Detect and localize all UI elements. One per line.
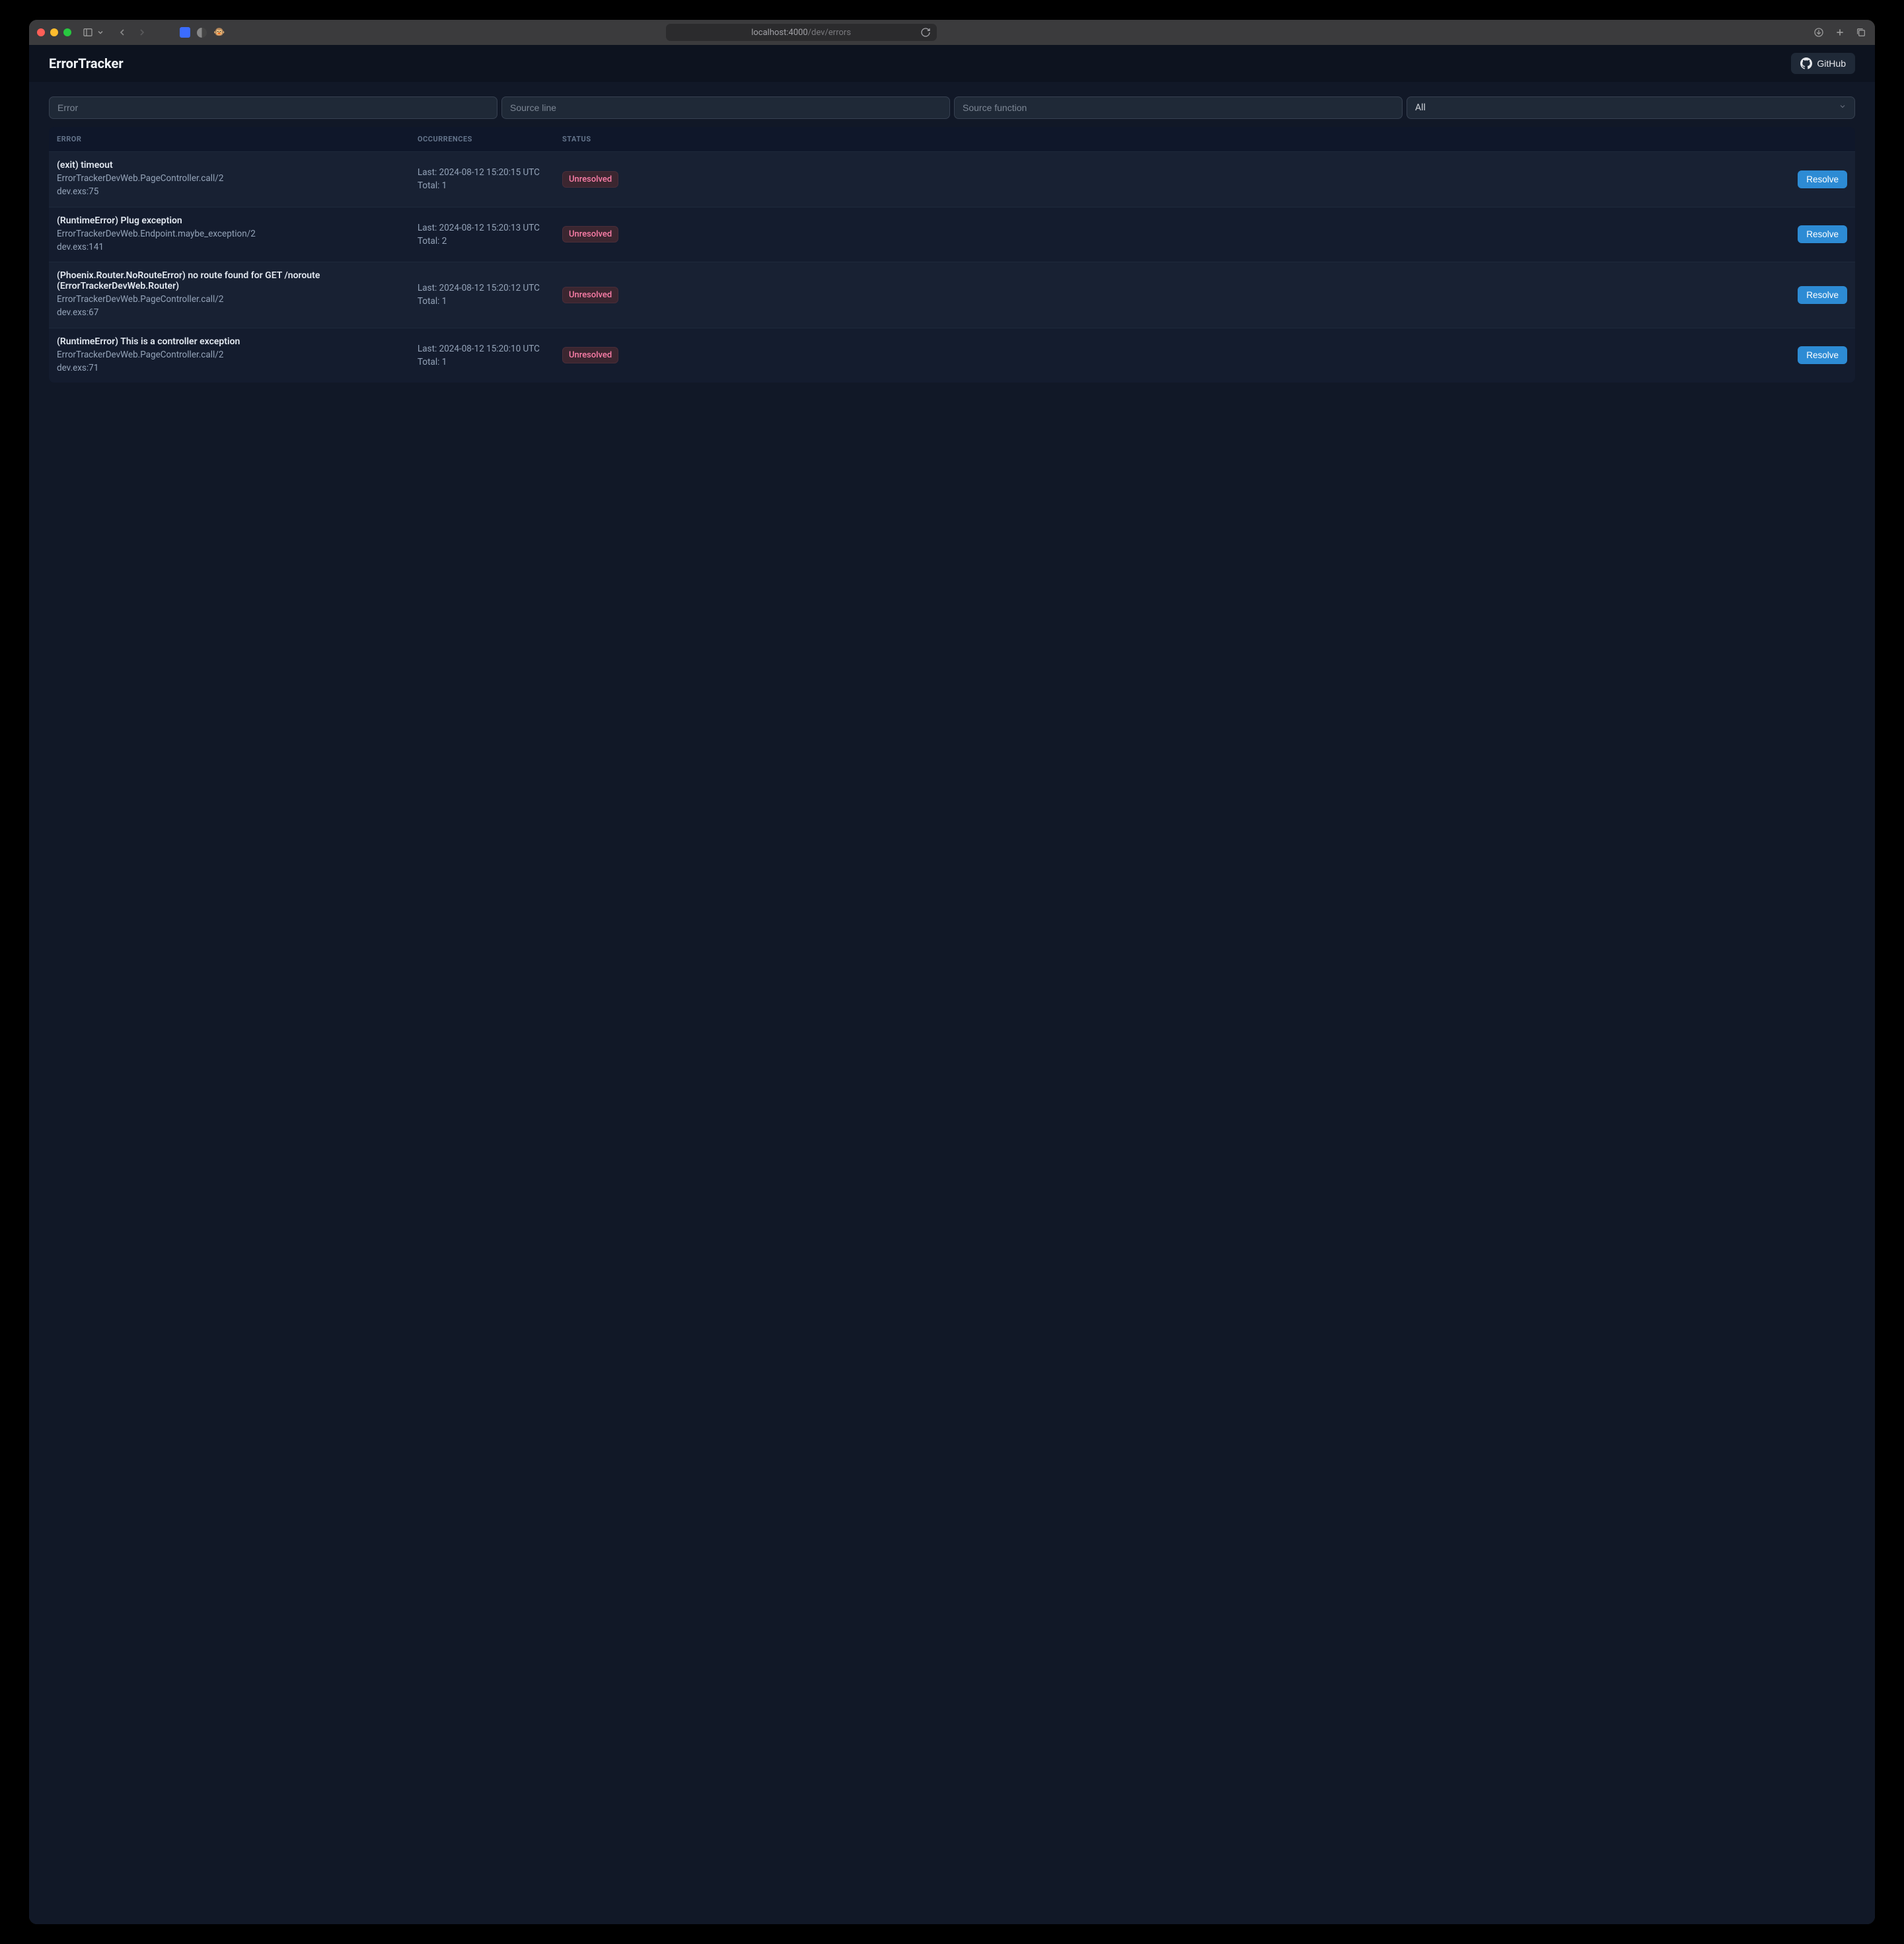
new-tab-icon[interactable] bbox=[1834, 26, 1846, 38]
status-badge: Unresolved bbox=[562, 347, 618, 363]
occurrence-last: Last: 2024-08-12 15:20:13 UTC bbox=[418, 221, 562, 235]
errors-table: ERROR OCCURRENCES STATUS (exit) timeout … bbox=[49, 127, 1855, 383]
occurrence-last: Last: 2024-08-12 15:20:15 UTC bbox=[418, 166, 562, 179]
source-function-filter-input[interactable] bbox=[954, 96, 1403, 119]
titlebar: 🐵 localhost:4000/dev/errors bbox=[29, 20, 1875, 45]
error-function: ErrorTrackerDevWeb.PageController.call/2 bbox=[57, 348, 418, 361]
github-icon bbox=[1800, 57, 1812, 69]
error-location: dev.exs:141 bbox=[57, 241, 418, 254]
chevron-down-icon[interactable] bbox=[96, 26, 104, 38]
occurrence-last: Last: 2024-08-12 15:20:12 UTC bbox=[418, 281, 562, 295]
bitwarden-extension-icon[interactable] bbox=[180, 27, 190, 38]
reload-icon[interactable] bbox=[920, 26, 932, 38]
chevron-down-icon bbox=[1839, 102, 1847, 113]
occurrence-total: Total: 2 bbox=[418, 235, 562, 248]
privacy-report-icon[interactable] bbox=[197, 28, 207, 38]
occurrence-total: Total: 1 bbox=[418, 295, 562, 308]
status-badge: Unresolved bbox=[562, 287, 618, 303]
address-bar[interactable]: localhost:4000/dev/errors bbox=[666, 24, 937, 41]
error-title: (exit) timeout bbox=[57, 160, 418, 170]
status-filter-value: All bbox=[1415, 102, 1426, 113]
header-occurrences: OCCURRENCES bbox=[418, 135, 562, 143]
github-button[interactable]: GitHub bbox=[1791, 53, 1855, 74]
occurrence-last: Last: 2024-08-12 15:20:10 UTC bbox=[418, 342, 562, 355]
browser-window: 🐵 localhost:4000/dev/errors ErrorTracker bbox=[29, 20, 1875, 1924]
source-line-filter-input[interactable] bbox=[501, 96, 950, 119]
error-function: ErrorTrackerDevWeb.PageController.call/2 bbox=[57, 172, 418, 185]
error-title: (RuntimeError) This is a controller exce… bbox=[57, 336, 418, 347]
minimize-window-button[interactable] bbox=[50, 28, 58, 36]
main-area: All ERROR OCCURRENCES STATUS (exit) time… bbox=[29, 82, 1875, 397]
occurrence-total: Total: 1 bbox=[418, 179, 562, 192]
resolve-button[interactable]: Resolve bbox=[1798, 225, 1847, 243]
table-row[interactable]: (exit) timeout ErrorTrackerDevWeb.PageCo… bbox=[49, 151, 1855, 207]
app-title: ErrorTracker bbox=[49, 56, 124, 71]
maximize-window-button[interactable] bbox=[63, 28, 71, 36]
forward-button[interactable] bbox=[136, 26, 148, 38]
sidebar-toggle-icon[interactable] bbox=[82, 26, 94, 38]
error-title: (Phoenix.Router.NoRouteError) no route f… bbox=[57, 270, 418, 291]
occurrence-total: Total: 1 bbox=[418, 355, 562, 369]
table-header: ERROR OCCURRENCES STATUS bbox=[49, 127, 1855, 151]
traffic-lights bbox=[37, 28, 71, 36]
error-title: (RuntimeError) Plug exception bbox=[57, 215, 418, 226]
downloads-icon[interactable] bbox=[1813, 26, 1825, 38]
tampermonkey-extension-icon[interactable]: 🐵 bbox=[213, 28, 225, 37]
header-error: ERROR bbox=[57, 135, 418, 143]
resolve-button[interactable]: Resolve bbox=[1798, 286, 1847, 304]
status-badge: Unresolved bbox=[562, 171, 618, 188]
error-location: dev.exs:67 bbox=[57, 306, 418, 319]
error-function: ErrorTrackerDevWeb.Endpoint.maybe_except… bbox=[57, 227, 418, 241]
error-function: ErrorTrackerDevWeb.PageController.call/2 bbox=[57, 293, 418, 306]
resolve-button[interactable]: Resolve bbox=[1798, 170, 1847, 188]
error-filter-input[interactable] bbox=[49, 96, 497, 119]
back-button[interactable] bbox=[116, 26, 128, 38]
table-row[interactable]: (RuntimeError) Plug exception ErrorTrack… bbox=[49, 207, 1855, 262]
error-location: dev.exs:75 bbox=[57, 185, 418, 198]
page-content: ErrorTracker GitHub All ERR bbox=[29, 45, 1875, 1924]
table-row[interactable]: (Phoenix.Router.NoRouteError) no route f… bbox=[49, 262, 1855, 328]
url-host: localhost:4000 bbox=[751, 28, 808, 38]
tab-overview-icon[interactable] bbox=[1855, 26, 1867, 38]
url-path: /dev/errors bbox=[808, 28, 851, 38]
filters-row: All bbox=[49, 96, 1855, 119]
status-filter-select[interactable]: All bbox=[1407, 96, 1855, 119]
resolve-button[interactable]: Resolve bbox=[1798, 346, 1847, 364]
app-header: ErrorTracker GitHub bbox=[29, 45, 1875, 82]
github-label: GitHub bbox=[1817, 58, 1846, 69]
status-badge: Unresolved bbox=[562, 226, 618, 243]
close-window-button[interactable] bbox=[37, 28, 45, 36]
table-row[interactable]: (RuntimeError) This is a controller exce… bbox=[49, 328, 1855, 383]
header-status: STATUS bbox=[562, 135, 1847, 143]
error-location: dev.exs:71 bbox=[57, 361, 418, 375]
